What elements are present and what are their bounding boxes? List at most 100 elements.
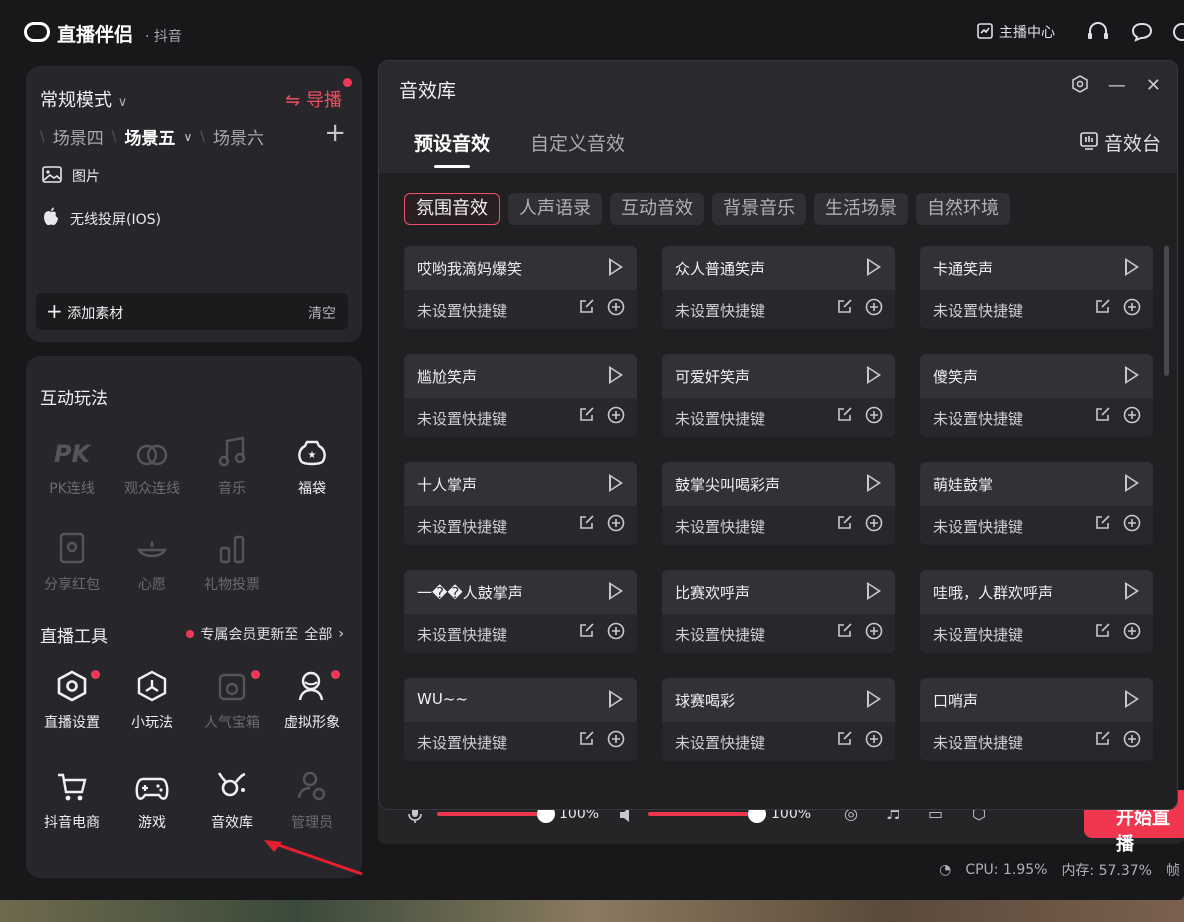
edit-icon[interactable] [837,622,853,643]
add-circle-icon[interactable] [1123,514,1141,535]
add-circle-icon[interactable] [607,406,625,427]
sound-card: 鼓掌尖叫喝彩声 未设置快捷键 [662,462,895,545]
add-circle-icon[interactable] [607,298,625,319]
play-icon[interactable] [867,582,881,600]
gift-vote-button[interactable]: 礼物投票 [192,518,272,614]
dialog-scrollbar[interactable] [1164,246,1169,376]
add-material-button[interactable]: + 添加素材 [46,301,123,323]
scene-tab-6[interactable]: 场景六 [213,124,264,149]
edit-icon[interactable] [837,514,853,535]
add-circle-icon[interactable] [1123,298,1141,319]
edit-icon[interactable] [1095,514,1111,535]
category-interactive[interactable]: 互动音效 [610,193,704,225]
live-settings-button[interactable]: 直播设置 [32,656,112,752]
edit-icon[interactable] [579,730,595,751]
edit-icon[interactable] [1095,298,1111,319]
edit-icon[interactable] [1095,730,1111,751]
sound-card-header: 尴尬笑声 [404,354,637,398]
chevron-down-icon[interactable]: ∨ [183,131,192,143]
tab-preset-sounds[interactable]: 预设音效 [414,129,490,168]
play-icon[interactable] [1125,258,1139,276]
scene-tab-4[interactable]: 场景四 [53,124,104,149]
add-circle-icon[interactable] [1123,406,1141,427]
add-circle-icon[interactable] [865,406,883,427]
edit-icon[interactable] [837,730,853,751]
mini-game-button[interactable]: 小玩法 [112,656,192,752]
category-atmosphere[interactable]: 氛围音效 [404,193,500,225]
edit-icon[interactable] [1095,622,1111,643]
guide-button[interactable]: ⇋ 导播 [285,86,342,112]
help-icon[interactable] [1172,22,1184,42]
play-icon[interactable] [609,582,623,600]
add-circle-icon[interactable] [607,514,625,535]
minimize-icon[interactable]: — [1108,77,1126,95]
sound-name: 十人掌声 [417,476,478,494]
sound-station-button[interactable]: 音效台 [1080,129,1161,156]
speaker-volume-slider[interactable] [648,812,756,816]
game-button[interactable]: 游戏 [112,756,192,852]
add-circle-icon[interactable] [865,730,883,751]
play-icon[interactable] [1125,582,1139,600]
anchor-center-button[interactable]: 主播中心 [977,22,1055,42]
add-circle-icon[interactable] [607,730,625,751]
play-icon[interactable] [609,258,623,276]
play-icon[interactable] [1125,474,1139,492]
sound-card: 十人掌声 未设置快捷键 [404,462,637,545]
settings-icon[interactable] [1072,75,1088,97]
add-scene-icon[interactable]: + [324,118,346,148]
category-voice-quotes[interactable]: 人声语录 [508,193,602,225]
play-icon[interactable] [867,258,881,276]
add-circle-icon[interactable] [865,298,883,319]
sound-card: 哎哟我滴妈爆笑 未设置快捷键 [404,246,637,329]
sound-card: 口哨声 未设置快捷键 [920,678,1153,761]
scene-tab-5[interactable]: 场景五 [124,124,175,149]
play-icon[interactable] [867,366,881,384]
audience-link-button[interactable]: 观众连线 [112,422,192,518]
edit-icon[interactable] [837,298,853,319]
ecommerce-button[interactable]: 抖音电商 [32,756,112,852]
source-item-ios-cast[interactable]: 无线投屏(IOS) [42,207,161,230]
add-circle-icon[interactable] [865,622,883,643]
play-icon[interactable] [1125,690,1139,708]
add-circle-icon[interactable] [1123,730,1141,751]
chat-icon[interactable] [1131,22,1153,42]
virtual-avatar-button[interactable]: 虚拟形象 [272,656,352,752]
lucky-bag-button[interactable]: ★ 福袋 [272,422,352,518]
play-icon[interactable] [609,474,623,492]
mode-select[interactable]: 常规模式 ∨ [40,86,127,112]
apple-icon [42,207,60,230]
edit-icon[interactable] [579,406,595,427]
sound-library-button[interactable]: 音效库 [192,756,272,852]
add-circle-icon[interactable] [865,514,883,535]
source-item-image[interactable]: 图片 [42,166,100,186]
edit-icon[interactable] [579,298,595,319]
category-bgm[interactable]: 背景音乐 [712,193,806,225]
add-circle-icon[interactable] [607,622,625,643]
tab-custom-sounds[interactable]: 自定义音效 [530,129,625,168]
performance-icon: ◔ [939,862,952,878]
mic-volume-slider[interactable] [437,812,545,816]
music-button[interactable]: 音乐 [192,422,272,518]
play-icon[interactable] [609,366,623,384]
play-icon[interactable] [609,690,623,708]
wish-button[interactable]: 心愿 [112,518,192,614]
pk-link-button[interactable]: PK PK连线 [32,422,112,518]
play-icon[interactable] [867,690,881,708]
play-icon[interactable] [867,474,881,492]
category-life-scenes[interactable]: 生活场景 [814,193,908,225]
add-circle-icon[interactable] [1123,622,1141,643]
edit-icon[interactable] [579,514,595,535]
treasure-box-button[interactable]: 人气宝箱 [192,656,272,752]
sound-card: 傻笑声 未设置快捷键 [920,354,1153,437]
clear-button[interactable]: 清空 [308,303,336,323]
share-red-packet-button[interactable]: 分享红包 [32,518,112,614]
headset-icon[interactable] [1087,22,1109,42]
edit-icon[interactable] [837,406,853,427]
category-nature[interactable]: 自然环境 [916,193,1010,225]
sound-name: 众人普通笑声 [675,260,766,278]
edit-icon[interactable] [1095,406,1111,427]
edit-icon[interactable] [579,622,595,643]
play-icon[interactable] [1125,366,1139,384]
close-icon[interactable]: ✕ [1146,77,1161,95]
member-update-link[interactable]: 专属会员更新至 全部 › [186,624,344,644]
